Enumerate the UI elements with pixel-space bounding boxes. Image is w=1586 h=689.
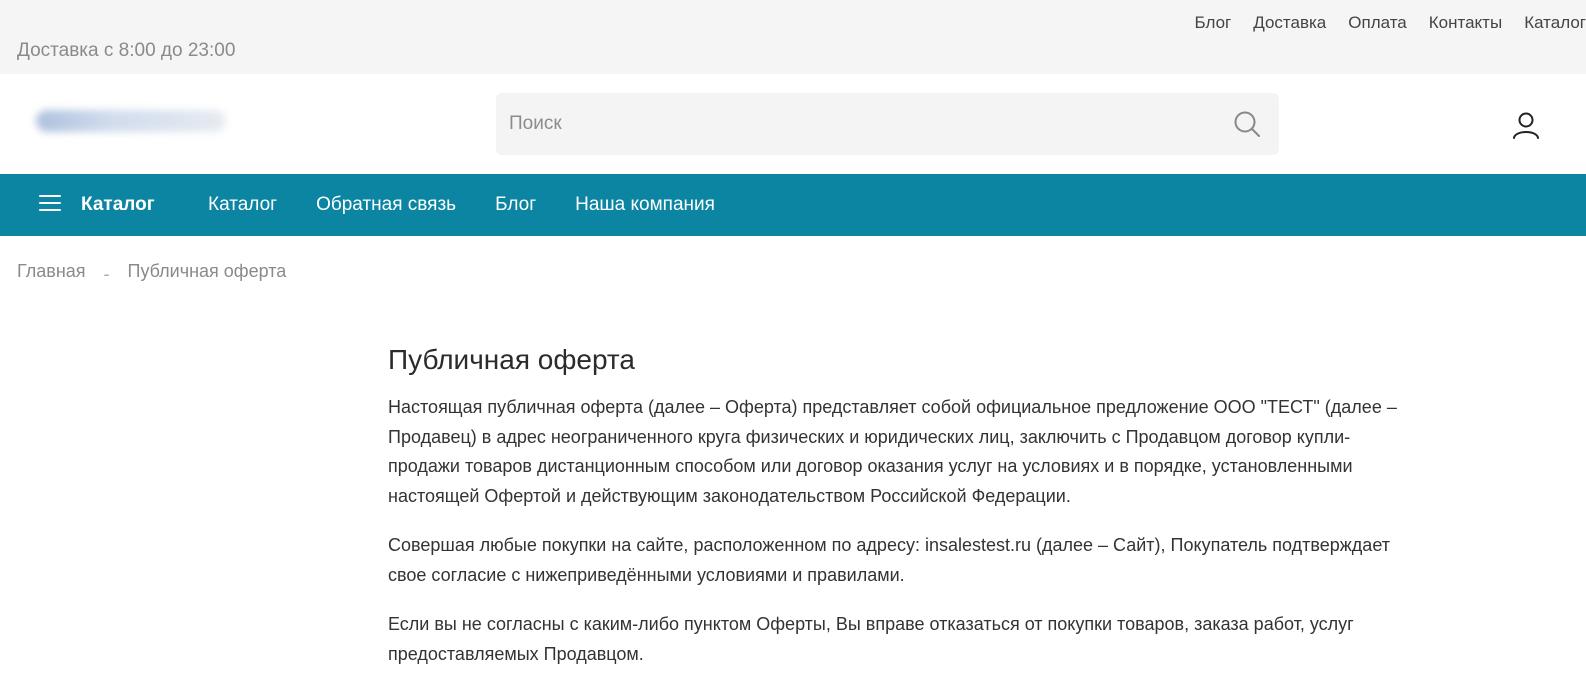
header: [0, 74, 1586, 174]
breadcrumb: Главная - Публичная оферта: [17, 259, 287, 284]
content-paragraph: Настоящая публичная оферта (далее – Офер…: [388, 397, 1397, 506]
nav-links: Каталог Обратная связь Блог Наша компани…: [208, 193, 754, 217]
nav-link-catalog[interactable]: Каталог: [208, 193, 277, 217]
content-paragraph: Совершая любые покупки на сайте, располо…: [388, 535, 1390, 585]
search-icon[interactable]: [1233, 110, 1261, 138]
catalog-menu-button[interactable]: Каталог: [81, 193, 155, 217]
search-box: [496, 93, 1279, 155]
search-input[interactable]: [496, 93, 1216, 155]
nav-link-feedback[interactable]: Обратная связь: [316, 193, 456, 217]
hamburger-menu-icon[interactable]: [39, 195, 61, 215]
top-bar: Блог Доставка Оплата Контакты Каталог До…: [0, 0, 1586, 74]
nav-link-company[interactable]: Наша компания: [575, 193, 715, 217]
page-content: Публичная оферта Настоящая публичная офе…: [388, 342, 1398, 689]
delivery-hours: Доставка с 8:00 до 23:00: [17, 40, 236, 61]
site-logo[interactable]: [36, 110, 226, 132]
page-title: Публичная оферта: [388, 344, 635, 375]
top-link-delivery[interactable]: Доставка: [1253, 11, 1326, 35]
top-link-contacts[interactable]: Контакты: [1429, 11, 1502, 35]
breadcrumb-separator: -: [103, 264, 110, 284]
top-links: Блог Доставка Оплата Контакты Каталог: [1173, 11, 1586, 35]
top-link-blog[interactable]: Блог: [1195, 11, 1232, 35]
top-link-catalog[interactable]: Каталог: [1524, 11, 1586, 35]
breadcrumb-home[interactable]: Главная: [17, 259, 86, 283]
breadcrumb-current: Публичная оферта: [127, 261, 287, 281]
nav-link-blog[interactable]: Блог: [495, 193, 536, 217]
user-icon[interactable]: [1511, 110, 1541, 140]
main-navbar: Каталог Каталог Обратная связь Блог Наша…: [0, 174, 1586, 236]
content-paragraph: Если вы не согласны с каким-либо пунктом…: [388, 614, 1354, 664]
top-link-payment[interactable]: Оплата: [1348, 11, 1406, 35]
